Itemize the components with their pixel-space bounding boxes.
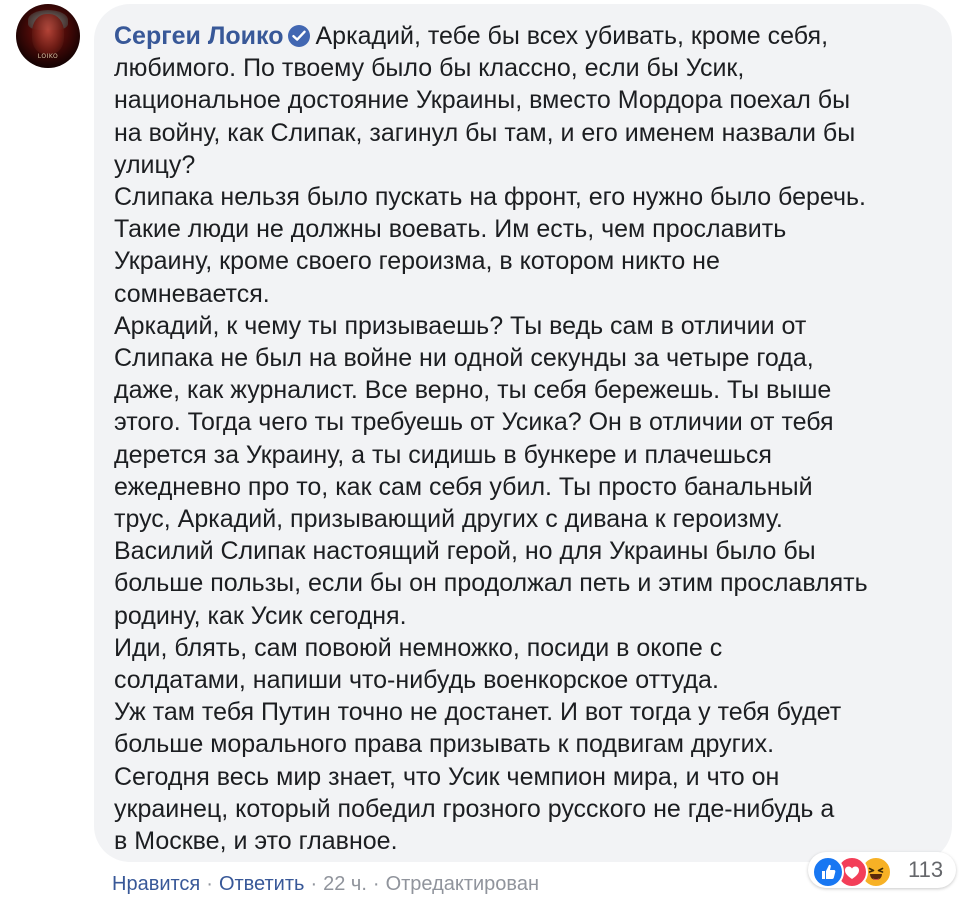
comment-line: национальное достояние Украины, вместо М… bbox=[114, 86, 851, 115]
comment-timestamp[interactable]: 22 ч. bbox=[323, 873, 367, 895]
author-name[interactable]: Сергеи Лоико bbox=[114, 22, 284, 50]
comment-line: больше морального права призывать к подв… bbox=[114, 730, 775, 759]
comment-line: Аркадий, тебе бы всех убивать, кроме себ… bbox=[315, 22, 829, 50]
comment-line: Сегодня весь мир знает, что Усик чемпион… bbox=[114, 762, 780, 791]
avatar-face bbox=[32, 14, 64, 54]
comment-line: на войну, как Слипак, загинул бы там, и … bbox=[114, 118, 856, 147]
comment-line: Слипака не был на войне ни одной секунды… bbox=[114, 344, 814, 373]
comment-line: Уж там тебя Путин точно не достанет. И в… bbox=[114, 698, 842, 727]
reactions-count: 113 bbox=[908, 857, 944, 882]
separator: · bbox=[206, 873, 213, 895]
reply-link[interactable]: Ответить bbox=[219, 873, 305, 895]
comment-line: солдатами, напиши что-нибудь военкорское… bbox=[114, 666, 719, 695]
comment-line: Василий Слипак настоящий герой, но для У… bbox=[114, 537, 816, 566]
comment-line: улицу? bbox=[114, 150, 196, 179]
comment-line: в Москве, и это главное. bbox=[114, 827, 398, 856]
comment-line: больше пользы, если бы он продолжал петь… bbox=[114, 569, 868, 598]
comment-line: даже, как журналист. Все верно, ты себя … bbox=[114, 376, 832, 405]
comment-line: Аркадий, к чему ты призываешь? Ты ведь с… bbox=[114, 311, 807, 340]
comment-line: любимого. По твоему было бы классно, есл… bbox=[114, 54, 745, 83]
avatar-watermark: LOIKO bbox=[37, 53, 59, 60]
comment-line: Украину, кроме своего героизма, в которо… bbox=[114, 247, 720, 276]
comment-line: Слипака нельзя было пускать на фронт, ег… bbox=[114, 183, 866, 212]
comment-line: дерется за Украину, а ты сидишь в бункер… bbox=[114, 440, 772, 469]
comment-line: Иди, блять, сам повоюй немножко, посиди … bbox=[114, 633, 723, 662]
author-avatar[interactable]: LOIKO bbox=[16, 4, 80, 68]
like-reaction-icon bbox=[812, 856, 844, 888]
reactions-summary[interactable]: 113 bbox=[808, 852, 956, 888]
verified-badge-icon bbox=[287, 25, 310, 47]
separator: · bbox=[372, 873, 380, 895]
comment-bubble: Сергеи Лоико Аркадий, тебе бы всех убиват… bbox=[94, 4, 952, 862]
comment-line: трус, Аркадий, призывающий других с дива… bbox=[114, 505, 783, 534]
comment-line: этого. Тогда чего ты требуешь от Усика? … bbox=[114, 408, 834, 437]
comment-line: украинец, который победил грозного русск… bbox=[114, 794, 835, 823]
like-link[interactable]: Нравится bbox=[112, 873, 200, 895]
comment-line: ежедневно про то, как сам себя убил. Ты … bbox=[114, 472, 813, 501]
separator: · bbox=[310, 873, 318, 895]
comment-line: Такие люди не должны воевать. Им есть, ч… bbox=[114, 215, 787, 244]
comment-text: Сергеи Лоико Аркадий, тебе бы всех убиват… bbox=[114, 20, 932, 857]
comment-line: сомневается. bbox=[114, 279, 270, 308]
comment-line: родину, как Усик сегодня. bbox=[114, 601, 407, 630]
edited-label[interactable]: Отредактирован bbox=[386, 873, 539, 895]
comment-actions: Нравится · Ответить · 22 ч. · Отредактирован bbox=[112, 872, 539, 896]
